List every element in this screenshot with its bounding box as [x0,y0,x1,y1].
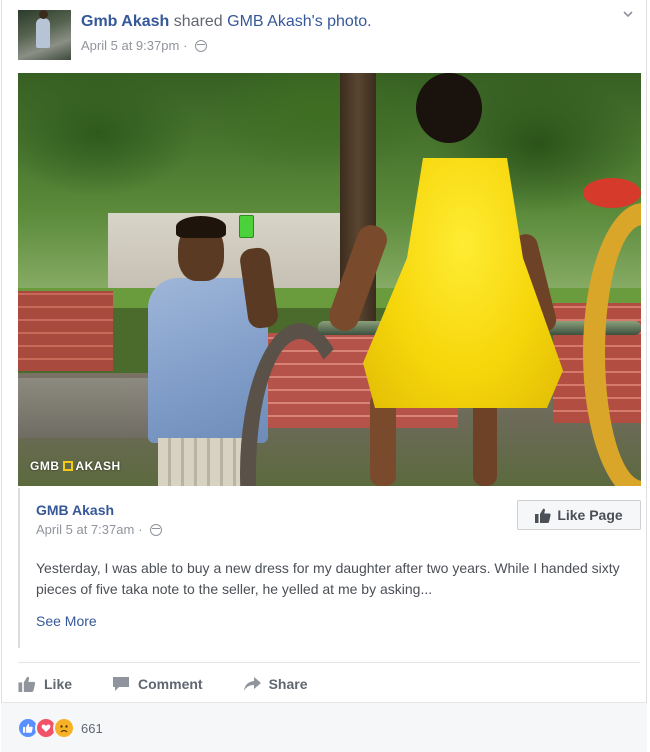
photo-girl-head [416,73,482,143]
shared-object-link[interactable]: GMB Akash's photo. [227,13,371,30]
author-avatar[interactable] [18,10,71,60]
post-photo[interactable]: GMB AKASH [18,73,641,486]
shared-separator: · [138,522,143,537]
reactions-footer: 661 [1,702,647,752]
post-header-line: Gmb Akash shared GMB Akash's photo. [81,13,372,31]
photo-man-hair [176,216,226,238]
photo-man-lungi [158,438,248,486]
like-page-label: Like Page [557,507,623,523]
post-meta: April 5 at 9:37pm · [81,38,207,53]
photo-phone [239,215,254,238]
share-button[interactable]: Share [243,676,308,692]
see-more-link[interactable]: See More [36,613,97,629]
like-button[interactable]: Like [18,676,72,692]
shared-post-text: Yesterday, I was able to buy a new dress… [36,560,620,597]
reaction-summary[interactable]: 661 [17,717,103,739]
action-bar: Like Comment Share [18,672,348,696]
share-label: Share [268,676,308,692]
header-verb: shared [173,13,223,30]
photo-flower [583,178,641,208]
watermark-square-icon [62,461,73,471]
chevron-down-icon[interactable] [622,8,634,20]
comment-icon [113,677,130,691]
shared-attachment: GMB Akash April 5 at 7:37am · Like Page … [18,488,643,648]
comment-label: Comment [138,676,203,692]
watermark-text-2: AKASH [75,459,121,473]
watermark-text-1: GMB [30,459,60,473]
photo-girl-leg-right [473,398,497,486]
post-timestamp[interactable]: April 5 at 9:37pm [81,38,179,53]
meta-separator: · [183,38,188,53]
shared-timestamp[interactable]: April 5 at 7:37am [36,522,134,537]
shared-meta: April 5 at 7:37am · [36,522,162,537]
shared-page-name[interactable]: GMB Akash [36,502,114,518]
sad-reaction-icon [53,717,75,739]
post-card: Gmb Akash shared GMB Akash's photo. Apri… [1,0,647,751]
author-name-link[interactable]: Gmb Akash [81,13,169,30]
comment-button[interactable]: Comment [112,676,203,692]
globe-icon[interactable] [194,39,207,52]
like-page-button[interactable]: Like Page [517,500,641,530]
avatar-figure [36,10,50,48]
photo-brick-left [18,291,113,371]
share-icon [243,677,261,691]
photo-watermark: GMB AKASH [30,459,121,473]
reaction-count[interactable]: 661 [81,721,103,736]
thumbs-up-icon [18,676,36,692]
action-divider [18,662,640,663]
photo-bench [18,378,148,438]
like-label: Like [44,676,73,692]
globe-icon[interactable] [149,523,162,536]
thumbs-up-icon [535,508,551,523]
